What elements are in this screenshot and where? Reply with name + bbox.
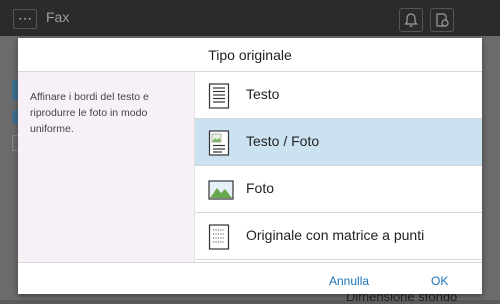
dialog-header: Tipo originale — [18, 38, 482, 72]
bell-icon[interactable] — [399, 8, 423, 32]
option-text[interactable]: Testo — [195, 72, 482, 119]
app-title: Fax — [46, 9, 70, 25]
dialog-title: Tipo originale — [208, 47, 292, 63]
option-photo[interactable]: Foto — [195, 166, 482, 213]
option-label: Foto — [246, 180, 275, 196]
option-text-photo[interactable]: Testo / Foto — [195, 119, 482, 166]
option-label: Originale con matrice a punti — [246, 227, 425, 243]
option-description: Affinare i bordi del testo e riprodurre … — [30, 91, 149, 135]
ok-button[interactable]: OK — [431, 274, 448, 288]
description-pane: Affinare i bordi del testo e riprodurre … — [18, 72, 195, 262]
option-label: Testo — [246, 86, 280, 102]
text-photo-document-icon — [208, 130, 230, 161]
app-bar: ⋯ Fax — [0, 0, 500, 36]
photo-icon — [208, 180, 234, 205]
option-label: Testo / Foto — [246, 133, 320, 149]
option-list: Testo Testo / Foto Foto Originale con ma… — [195, 72, 482, 262]
cancel-button[interactable]: Annulla — [329, 274, 369, 288]
dialog-footer: Annulla OK — [18, 262, 482, 295]
user-document-icon[interactable] — [430, 8, 454, 32]
more-menu-button[interactable]: ⋯ — [13, 9, 37, 29]
text-document-icon — [208, 83, 230, 114]
option-dot-matrix[interactable]: Originale con matrice a punti — [195, 213, 482, 260]
original-type-dialog: Tipo originale Affinare i bordi del test… — [18, 38, 482, 294]
dot-matrix-document-icon — [208, 224, 230, 255]
